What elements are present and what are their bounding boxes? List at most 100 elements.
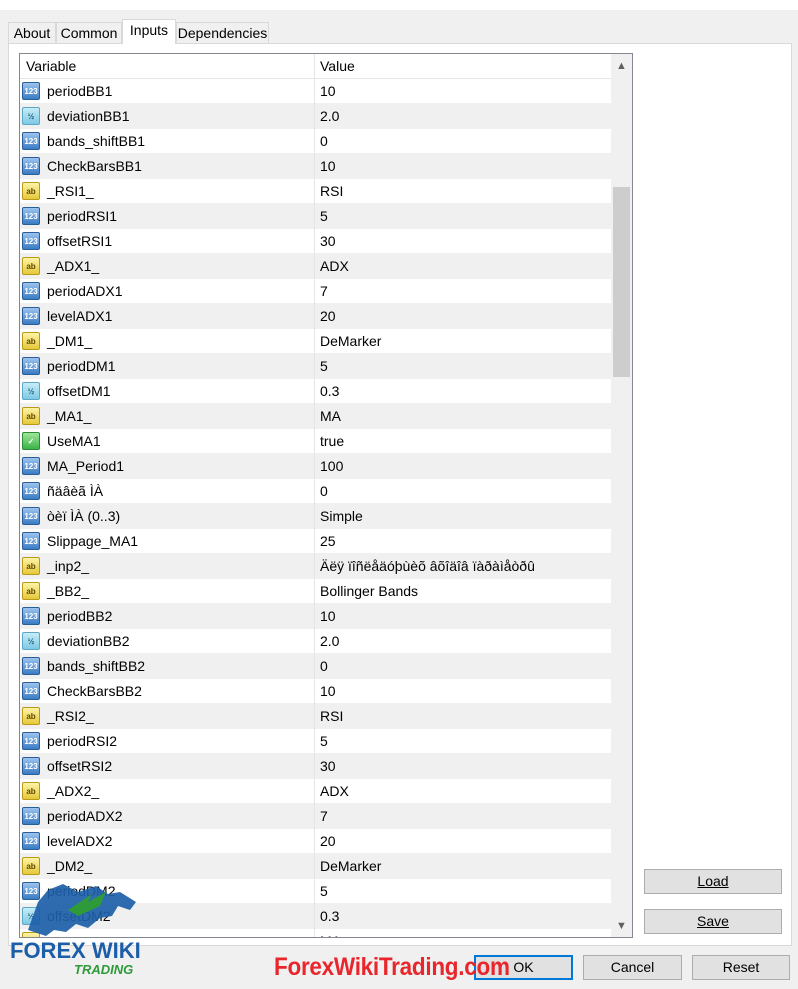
value-cell[interactable]: 0.3	[315, 379, 611, 404]
value-cell[interactable]: Bollinger Bands	[315, 579, 611, 604]
table-row[interactable]: ab _MA1_ MA	[20, 404, 611, 429]
value-cell[interactable]: RSI	[315, 704, 611, 729]
variable-cell[interactable]: 123 MA_Period1	[20, 454, 315, 479]
table-row[interactable]: 123 MA_Period1 100	[20, 454, 611, 479]
variable-cell[interactable]: ab _MA1_	[20, 404, 315, 429]
table-row[interactable]: ½ deviationBB2 2.0	[20, 629, 611, 654]
value-cell[interactable]: 5	[315, 354, 611, 379]
variable-cell[interactable]: 123 periodBB1	[20, 79, 315, 104]
variable-cell[interactable]: 123 levelADX2	[20, 829, 315, 854]
value-cell[interactable]: 2.0	[315, 104, 611, 129]
value-cell[interactable]: RSI	[315, 179, 611, 204]
variable-cell[interactable]: ab _RSI1_	[20, 179, 315, 204]
variable-cell[interactable]: 123 CheckBarsBB1	[20, 154, 315, 179]
value-cell[interactable]: 0.3	[315, 904, 611, 929]
value-cell[interactable]: 7	[315, 279, 611, 304]
value-cell[interactable]: 10	[315, 679, 611, 704]
scroll-down-icon[interactable]: ▼	[611, 916, 632, 937]
table-row[interactable]: 123 CheckBarsBB1 10	[20, 154, 611, 179]
table-row[interactable]: 123 levelADX2 20	[20, 829, 611, 854]
variable-cell[interactable]: ab _DM1_	[20, 329, 315, 354]
variable-cell[interactable]: ½ offsetDM1	[20, 379, 315, 404]
variable-cell[interactable]: 123 periodADX1	[20, 279, 315, 304]
variable-cell[interactable]: 123 periodRSI1	[20, 204, 315, 229]
variable-cell[interactable]: ½ deviationBB2	[20, 629, 315, 654]
variable-cell[interactable]: 123 offsetRSI1	[20, 229, 315, 254]
table-row[interactable]: 123 periodADX1 7	[20, 279, 611, 304]
value-cell[interactable]: 5	[315, 879, 611, 904]
column-header-value[interactable]: Value	[315, 54, 611, 79]
value-cell[interactable]: MA	[315, 929, 611, 937]
tab-dependencies[interactable]: Dependencies	[176, 22, 269, 44]
value-cell[interactable]: 5	[315, 204, 611, 229]
variable-cell[interactable]: ✓ UseMA1	[20, 429, 315, 454]
variable-cell[interactable]: ab _RSI2_	[20, 704, 315, 729]
value-cell[interactable]: 0	[315, 129, 611, 154]
value-cell[interactable]: 10	[315, 604, 611, 629]
table-row[interactable]: 123 periodRSI2 5	[20, 729, 611, 754]
variable-cell[interactable]: 123 periodBB2	[20, 604, 315, 629]
variable-cell[interactable]: 123 òèï ÌÀ (0..3)	[20, 504, 315, 529]
value-cell[interactable]: 20	[315, 304, 611, 329]
variable-cell[interactable]: 123 periodRSI2	[20, 729, 315, 754]
variable-cell[interactable]: ab _ADX1_	[20, 254, 315, 279]
table-row[interactable]: ab _RSI2_ RSI	[20, 704, 611, 729]
table-row[interactable]: 123 offsetRSI1 30	[20, 229, 611, 254]
value-cell[interactable]: 30	[315, 754, 611, 779]
scrollbar-thumb[interactable]	[613, 187, 630, 377]
load-button[interactable]: Load	[644, 869, 782, 894]
table-row[interactable]: 123 ñäâèã ÌÀ 0	[20, 479, 611, 504]
table-row[interactable]: 123 periodBB2 10	[20, 604, 611, 629]
value-cell[interactable]: 5	[315, 729, 611, 754]
table-row[interactable]: 123 òèï ÌÀ (0..3) Simple	[20, 504, 611, 529]
variable-cell[interactable]: 123 levelADX1	[20, 304, 315, 329]
value-cell[interactable]: 0	[315, 654, 611, 679]
variable-cell[interactable]: ab _inp2_	[20, 554, 315, 579]
variable-cell[interactable]: ½ deviationBB1	[20, 104, 315, 129]
inputs-grid[interactable]: Variable Value 123 periodBB1 10 ½ deviationB…	[19, 53, 633, 938]
value-cell[interactable]: 7	[315, 804, 611, 829]
variable-cell[interactable]: ab _BB2_	[20, 579, 315, 604]
value-cell[interactable]: ADX	[315, 254, 611, 279]
table-row[interactable]: ab _BB2_ Bollinger Bands	[20, 579, 611, 604]
value-cell[interactable]: DeMarker	[315, 329, 611, 354]
variable-cell[interactable]: 123 periodADX2	[20, 804, 315, 829]
vertical-scrollbar[interactable]: ▲ ▼	[611, 54, 632, 937]
variable-cell[interactable]: 123 bands_shiftBB1	[20, 129, 315, 154]
value-cell[interactable]: 25	[315, 529, 611, 554]
table-row[interactable]: ab _RSI1_ RSI	[20, 179, 611, 204]
scroll-up-icon[interactable]: ▲	[611, 56, 632, 77]
table-row[interactable]: ½ offsetDM1 0.3	[20, 379, 611, 404]
table-row[interactable]: 123 Slippage_MA1 25	[20, 529, 611, 554]
variable-cell[interactable]: 123 ñäâèã ÌÀ	[20, 479, 315, 504]
table-row[interactable]: 123 periodBB1 10	[20, 79, 611, 104]
variable-cell[interactable]: 123 CheckBarsBB2	[20, 679, 315, 704]
value-cell[interactable]: Simple	[315, 504, 611, 529]
table-row[interactable]: ✓ UseMA1 true	[20, 429, 611, 454]
tab-common[interactable]: Common	[56, 22, 122, 44]
reset-button[interactable]: Reset	[692, 955, 790, 980]
column-header-variable[interactable]: Variable	[20, 54, 315, 79]
table-row[interactable]: ab _inp2_ Äëÿ ïîñëåäóþùèõ âõîäîâ ïàðàìåòðû	[20, 554, 611, 579]
table-row[interactable]: 123 offsetRSI2 30	[20, 754, 611, 779]
value-cell[interactable]: 30	[315, 229, 611, 254]
value-cell[interactable]: DeMarker	[315, 854, 611, 879]
tab-inputs[interactable]: Inputs	[122, 19, 176, 44]
tab-about[interactable]: About	[8, 22, 56, 44]
table-row[interactable]: 123 bands_shiftBB1 0	[20, 129, 611, 154]
table-row[interactable]: 123 bands_shiftBB2 0	[20, 654, 611, 679]
table-row[interactable]: 123 periodDM1 5	[20, 354, 611, 379]
value-cell[interactable]: Äëÿ ïîñëåäóþùèõ âõîäîâ ïàðàìåòðû	[315, 554, 611, 579]
table-row[interactable]: 123 levelADX1 20	[20, 304, 611, 329]
variable-cell[interactable]: 123 periodDM1	[20, 354, 315, 379]
table-row[interactable]: 123 periodRSI1 5	[20, 204, 611, 229]
value-cell[interactable]: MA	[315, 404, 611, 429]
value-cell[interactable]: 100	[315, 454, 611, 479]
table-row[interactable]: 123 periodADX2 7	[20, 804, 611, 829]
value-cell[interactable]: ADX	[315, 779, 611, 804]
save-button[interactable]: Save	[644, 909, 782, 934]
cancel-button[interactable]: Cancel	[583, 955, 682, 980]
variable-cell[interactable]: ab _ADX2_	[20, 779, 315, 804]
table-row[interactable]: ab _ADX2_ ADX	[20, 779, 611, 804]
table-row[interactable]: 123 CheckBarsBB2 10	[20, 679, 611, 704]
